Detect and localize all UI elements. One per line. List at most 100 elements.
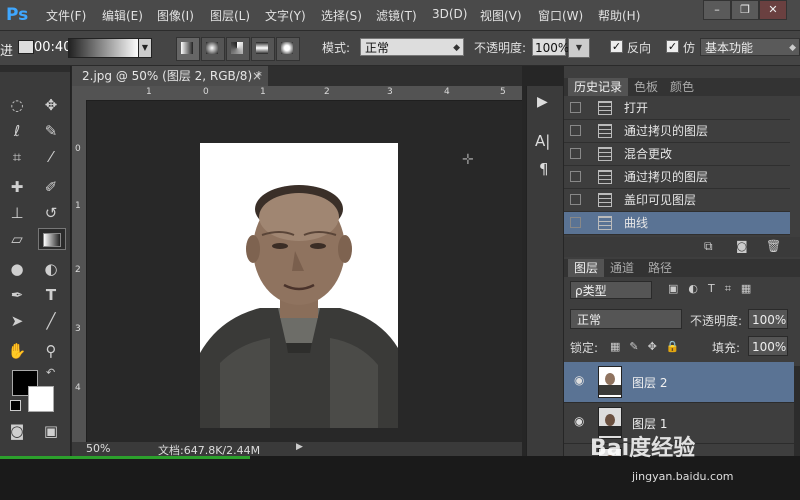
blur-tool-icon[interactable]: ●: [6, 258, 28, 280]
play-actions-icon[interactable]: ▶: [537, 94, 548, 110]
minimize-button[interactable]: –: [703, 0, 731, 20]
move-tool-icon[interactable]: ✥: [40, 94, 62, 116]
healing-brush-tool-icon[interactable]: ✚: [6, 176, 28, 198]
menu-file[interactable]: 文件(F): [46, 7, 86, 24]
reflected-gradient-button[interactable]: [251, 37, 275, 61]
menu-3d[interactable]: 3D(D): [432, 7, 467, 21]
ruler-h-label: 1: [260, 87, 266, 97]
eraser-tool-icon[interactable]: ▱: [6, 228, 28, 250]
opacity-input[interactable]: 100%: [532, 38, 569, 56]
crop-tool-icon[interactable]: ⌗: [6, 146, 28, 168]
gradient-preview[interactable]: [68, 38, 140, 58]
history-item[interactable]: 盖印可见图层: [564, 189, 790, 212]
brush-tool-icon[interactable]: ✐: [40, 176, 62, 198]
radial-gradient-button[interactable]: [201, 37, 225, 61]
menu-edit[interactable]: 编辑(E): [102, 7, 143, 24]
photo-canvas[interactable]: [200, 143, 398, 428]
lasso-tool-icon[interactable]: ℓ: [6, 120, 28, 142]
close-tab-icon[interactable]: ×: [252, 66, 262, 86]
history-item[interactable]: 混合更改: [564, 143, 790, 166]
layer-row-selected[interactable]: ◉ 图层 2: [564, 362, 794, 403]
history-item[interactable]: 通过拷贝的图层: [564, 166, 790, 189]
reverse-checkbox[interactable]: ✓: [610, 40, 623, 53]
history-checkbox[interactable]: [570, 217, 581, 228]
close-button[interactable]: ✕: [759, 0, 787, 20]
tab-swatches[interactable]: 色板: [628, 78, 664, 96]
type-tool-icon[interactable]: T: [40, 284, 62, 306]
document-tab[interactable]: 2.jpg @ 50% (图层 2, RGB/8) * ×: [72, 66, 268, 86]
swap-colors-icon[interactable]: ↶: [46, 366, 55, 379]
history-checkbox[interactable]: [570, 102, 581, 113]
blend-mode-select[interactable]: 正常: [570, 309, 682, 329]
new-document-from-state-icon[interactable]: ⧉: [704, 239, 713, 254]
tab-color[interactable]: 颜色: [664, 78, 700, 96]
menu-select[interactable]: 选择(S): [321, 7, 362, 24]
menu-window[interactable]: 窗口(W): [538, 7, 583, 24]
paragraph-panel-icon[interactable]: ¶: [539, 160, 549, 178]
history-item-label: 打开: [624, 101, 649, 115]
menu-filter[interactable]: 滤镜(T): [376, 7, 417, 24]
history-checkbox[interactable]: [570, 148, 581, 159]
character-panel-icon[interactable]: A|: [535, 132, 550, 150]
quick-select-tool-icon[interactable]: ✎: [40, 120, 62, 142]
lock-icons[interactable]: ▦✎✥🔒: [610, 340, 689, 353]
menu-layer[interactable]: 图层(L): [210, 7, 250, 24]
ruler-v-label: 4: [75, 383, 81, 393]
gradient-tool-icon[interactable]: [38, 228, 66, 250]
workspace-select[interactable]: 基本功能 ◆: [700, 38, 800, 56]
menu-type[interactable]: 文字(Y): [265, 7, 306, 24]
history-checkbox[interactable]: [570, 125, 581, 136]
gradient-dropdown-arrow[interactable]: ▼: [138, 38, 152, 58]
maximize-button[interactable]: ❐: [731, 0, 759, 20]
screen-mode-icon[interactable]: ▣: [40, 420, 62, 442]
background-color-swatch[interactable]: [28, 386, 54, 412]
pen-tool-icon[interactable]: ✒: [6, 284, 28, 306]
zoom-tool-icon[interactable]: ⚲: [40, 340, 62, 362]
history-item[interactable]: 通过拷贝的图层: [564, 120, 790, 143]
linear-gradient-icon: [181, 42, 193, 54]
video-progress-bar[interactable]: [0, 456, 250, 459]
linear-gradient-button[interactable]: [176, 37, 200, 61]
eye-icon[interactable]: ◉: [574, 374, 588, 386]
quick-mask-icon[interactable]: ◙: [6, 420, 28, 442]
vertical-ruler: 0 1 2 3 4: [72, 100, 87, 442]
toolbar-grip[interactable]: [0, 66, 70, 72]
document-icon: [598, 147, 612, 161]
history-item[interactable]: 打开: [564, 97, 790, 120]
hand-tool-icon[interactable]: ✋: [6, 340, 28, 362]
camera-snapshot-icon[interactable]: ◙: [736, 239, 748, 253]
history-checkbox[interactable]: [570, 171, 581, 182]
default-colors-icon[interactable]: [10, 400, 21, 411]
dither-checkbox[interactable]: ✓: [666, 40, 679, 53]
clone-stamp-tool-icon[interactable]: ⊥: [6, 202, 28, 224]
marquee-tool-icon[interactable]: ◌: [6, 94, 28, 116]
history-checkbox[interactable]: [570, 194, 581, 205]
mode-select[interactable]: 正常 ◆: [360, 38, 464, 56]
tab-channels[interactable]: 通道: [604, 259, 640, 277]
tab-paths[interactable]: 路径: [642, 259, 678, 277]
menu-image[interactable]: 图像(I): [157, 7, 194, 24]
opacity-dropdown-arrow[interactable]: ▼: [568, 38, 590, 58]
line-tool-icon[interactable]: ╱: [40, 310, 62, 332]
lock-label: 锁定:: [570, 341, 599, 355]
eyedropper-tool-icon[interactable]: ⁄: [40, 146, 62, 168]
dodge-tool-icon[interactable]: ◐: [40, 258, 62, 280]
menu-help[interactable]: 帮助(H): [598, 7, 640, 24]
tab-layers[interactable]: 图层: [568, 259, 605, 277]
layer-kind-filter[interactable]: ρ类型: [570, 281, 652, 299]
tab-history[interactable]: 历史记录: [568, 78, 629, 96]
menu-view[interactable]: 视图(V): [480, 7, 522, 24]
diamond-gradient-button[interactable]: [276, 37, 300, 61]
trash-icon[interactable]: 🗑: [766, 239, 781, 253]
history-brush-tool-icon[interactable]: ↺: [40, 202, 62, 224]
layer-filter-icons[interactable]: ▣◐T⌗▦: [668, 282, 761, 296]
zoom-level[interactable]: 50%: [86, 442, 110, 455]
path-select-tool-icon[interactable]: ➤: [6, 310, 28, 332]
layer-opacity-input[interactable]: 100%: [748, 309, 788, 329]
fill-input[interactable]: 100%: [748, 336, 788, 356]
eye-icon[interactable]: ◉: [574, 415, 588, 427]
gradient-preset-swatch[interactable]: [18, 40, 34, 54]
status-menu-arrow-icon[interactable]: ▶: [296, 442, 303, 452]
angle-gradient-button[interactable]: [226, 37, 250, 61]
history-item-selected[interactable]: 曲线: [564, 212, 790, 235]
